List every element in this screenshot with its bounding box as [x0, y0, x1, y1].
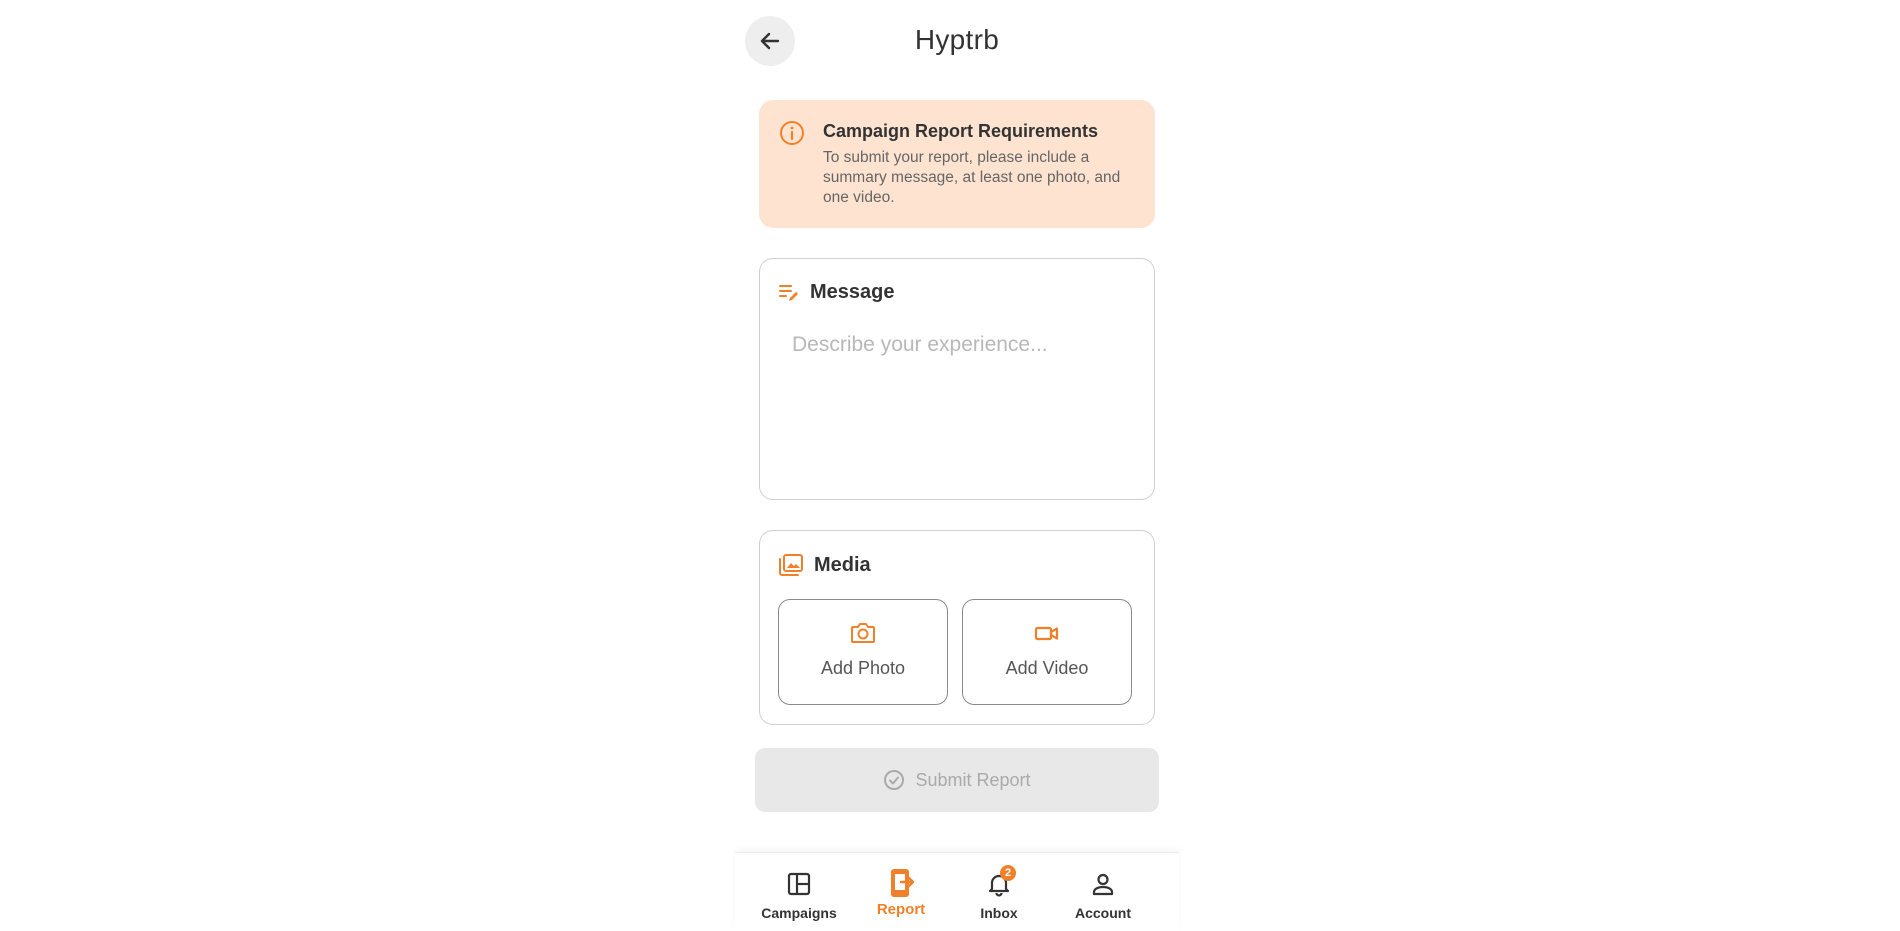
- add-video-label: Add Video: [1005, 658, 1089, 678]
- media-header: Media: [778, 553, 871, 577]
- message-input[interactable]: [790, 331, 1134, 475]
- add-photo-label: Add Photo: [820, 658, 906, 678]
- message-card: Message: [759, 258, 1155, 500]
- report-upload-icon: [891, 869, 915, 897]
- add-video-button[interactable]: Add Video: [962, 599, 1132, 705]
- nav-item-campaigns[interactable]: Campaigns: [754, 853, 844, 931]
- requirements-text: To submit your report, please include a …: [823, 149, 1121, 206]
- add-photo-button[interactable]: Add Photo: [778, 599, 948, 705]
- edit-notes-icon: [779, 284, 798, 301]
- video-camera-icon: [1034, 626, 1059, 641]
- person-icon: [1092, 873, 1114, 896]
- requirements-banner: Campaign Report Requirements To submit y…: [759, 100, 1155, 228]
- bottom-nav: Campaigns Report 2 Inbox Account: [735, 852, 1179, 931]
- nav-label-campaigns: Campaigns: [761, 905, 837, 921]
- header: Hyptrb: [735, 0, 1179, 80]
- media-label: Media: [814, 553, 871, 576]
- info-circle-icon: [780, 121, 804, 145]
- media-card: Media Add Photo Add Video: [759, 530, 1155, 725]
- submit-report-label: Submit Report: [915, 769, 1031, 790]
- nav-label-report: Report: [876, 901, 926, 918]
- nav-item-inbox[interactable]: 2 Inbox: [954, 853, 1044, 931]
- nav-item-report[interactable]: Report: [856, 853, 946, 931]
- photo-library-icon: [779, 554, 803, 576]
- inbox-badge: 2: [1000, 865, 1016, 881]
- nav-item-account[interactable]: Account: [1058, 853, 1148, 931]
- camera-icon: [851, 623, 875, 643]
- submit-report-button[interactable]: Submit Report: [755, 748, 1159, 812]
- check-circle-icon: [884, 770, 905, 790]
- page-title: Hyptrb: [914, 24, 1000, 55]
- message-label: Message: [810, 281, 895, 303]
- app-container: Hyptrb Campaign Report Requirements To s…: [735, 0, 1179, 931]
- requirements-title: Campaign Report Requirements: [823, 121, 1099, 141]
- nav-label-account: Account: [1075, 905, 1131, 921]
- dashboard-icon: [787, 872, 811, 896]
- message-header: Message: [778, 281, 895, 304]
- nav-label-inbox: Inbox: [980, 905, 1018, 921]
